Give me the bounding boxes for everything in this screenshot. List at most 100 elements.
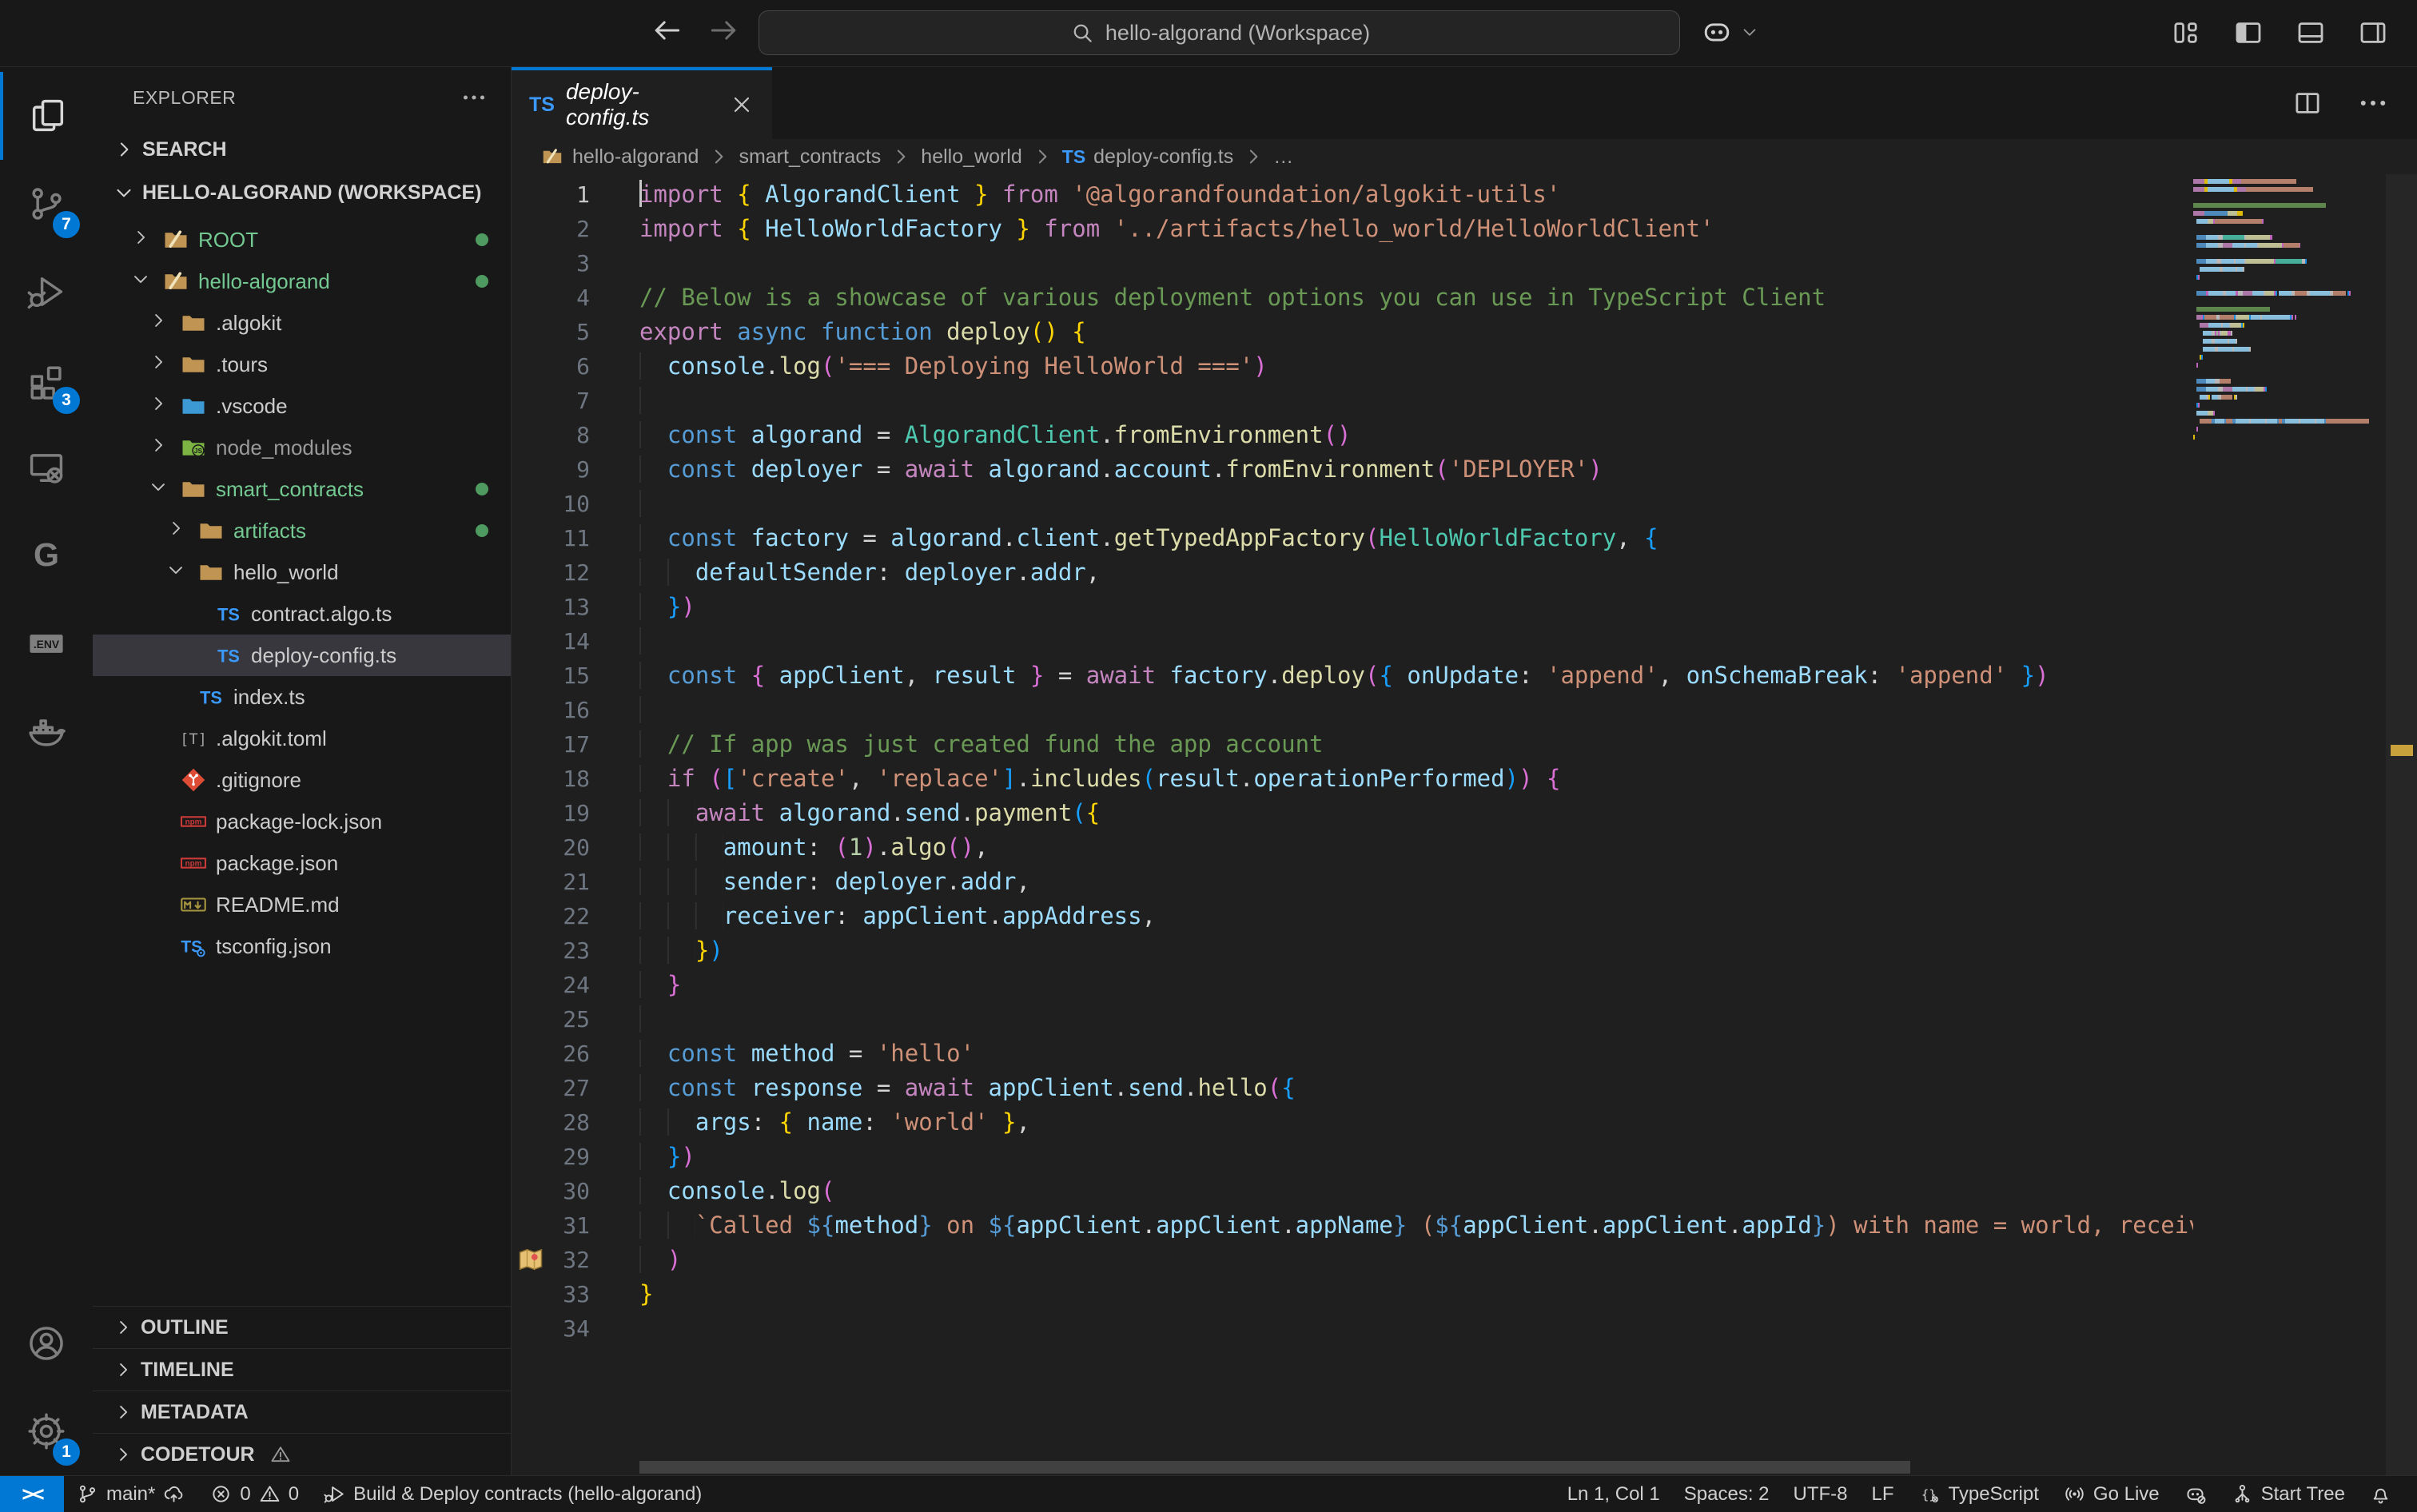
status-language-mode[interactable]: {}TypeScript bbox=[1906, 1476, 2051, 1512]
status-git-branch[interactable]: main* bbox=[64, 1476, 197, 1512]
activity-accounts[interactable] bbox=[0, 1299, 93, 1387]
tree-item-.algokit[interactable]: .algokit bbox=[93, 302, 511, 344]
tree-item-smart_contracts[interactable]: smart_contracts bbox=[93, 468, 511, 510]
tree-item-label: smart_contracts bbox=[216, 477, 364, 502]
tree-item-README.md[interactable]: README.md bbox=[93, 884, 511, 925]
close-icon[interactable] bbox=[729, 92, 755, 117]
tree-item-tsconfig.json[interactable]: TStsconfig.json bbox=[93, 925, 511, 967]
code-line-5: 5export async function deploy() { bbox=[512, 315, 2193, 349]
horizontal-scrollbar-thumb[interactable] bbox=[639, 1461, 1910, 1474]
breadcrumb-item[interactable]: hello_world bbox=[921, 145, 1021, 169]
line-number: 16 bbox=[512, 693, 639, 727]
status-eol[interactable]: LF bbox=[1860, 1476, 1906, 1512]
folder-icon bbox=[193, 516, 229, 545]
activity-source-control[interactable]: 7 bbox=[0, 160, 93, 248]
tree-item-artifacts[interactable]: artifacts bbox=[93, 510, 511, 551]
status-indentation[interactable]: Spaces: 2 bbox=[1672, 1476, 1782, 1512]
code-line-32: 32 ) bbox=[512, 1243, 2193, 1277]
activity-docker[interactable] bbox=[0, 687, 93, 775]
tab-deploy-config[interactable]: TS deploy-config.ts bbox=[512, 67, 772, 139]
code-line-text: import { AlgorandClient } from '@algoran… bbox=[639, 177, 2193, 212]
split-editor-icon[interactable] bbox=[2291, 86, 2324, 120]
activity-remote-explorer[interactable] bbox=[0, 424, 93, 511]
code-editor[interactable]: 1import { AlgorandClient } from '@algora… bbox=[512, 174, 2417, 1475]
minimap-line bbox=[2193, 297, 2385, 305]
tree-item-deploy-config.ts[interactable]: TSdeploy-config.ts bbox=[93, 635, 511, 676]
tree-item-hello_world[interactable]: hello_world bbox=[93, 551, 511, 593]
line-number: 1 bbox=[512, 177, 639, 212]
tree-item-ROOT[interactable]: ROOT bbox=[93, 219, 511, 261]
status-task[interactable]: Build & Deploy contracts (hello-algorand… bbox=[311, 1476, 714, 1512]
breadcrumb-item[interactable]: smart_contracts bbox=[739, 145, 881, 169]
command-center-search[interactable]: hello-algorand (Workspace) bbox=[759, 10, 1680, 55]
overview-ruler[interactable] bbox=[2386, 174, 2417, 1475]
status-problems[interactable]: 00 bbox=[197, 1476, 311, 1512]
code-line-11: 11 const factory = algorand.client.getTy… bbox=[512, 521, 2193, 555]
activity-run-and-debug[interactable] bbox=[0, 248, 93, 336]
code-line-text: const algorand = AlgorandClient.fromEnvi… bbox=[639, 418, 2193, 452]
codetour-marker-icon[interactable] bbox=[516, 1245, 545, 1274]
status-notifications[interactable] bbox=[2357, 1476, 2404, 1512]
layout-panel-icon[interactable] bbox=[2294, 16, 2327, 50]
copilot-icon bbox=[1699, 14, 1734, 50]
activity-settings[interactable]: 1 bbox=[0, 1387, 93, 1475]
section-search[interactable]: SEARCH bbox=[93, 128, 511, 171]
activity-extensions[interactable]: 3 bbox=[0, 336, 93, 424]
section-metadata[interactable]: METADATA bbox=[93, 1391, 511, 1433]
arrow-right-icon[interactable] bbox=[707, 13, 742, 48]
breadcrumb-overflow[interactable]: … bbox=[1273, 145, 1293, 169]
tree-item-index.ts[interactable]: TSindex.ts bbox=[93, 676, 511, 718]
line-number: 20 bbox=[512, 830, 639, 865]
tree-item-package.json[interactable]: npmpackage.json bbox=[93, 842, 511, 884]
activity-explorer[interactable] bbox=[0, 72, 93, 160]
breadcrumb-item[interactable]: hello-algorand bbox=[572, 145, 699, 169]
code-line-text: const factory = algorand.client.getTyped… bbox=[639, 521, 2193, 555]
md-file-icon bbox=[176, 890, 211, 919]
tree-item-node_modules[interactable]: JSnode_modules bbox=[93, 427, 511, 468]
arrow-left-icon[interactable] bbox=[649, 13, 684, 48]
line-number: 28 bbox=[512, 1105, 639, 1140]
section-codetour[interactable]: CODETOUR bbox=[93, 1433, 511, 1475]
breadcrumb-file[interactable]: deploy-config.ts bbox=[1093, 145, 1233, 169]
ellipsis-icon[interactable] bbox=[2356, 86, 2390, 120]
copilot-menu[interactable] bbox=[1699, 14, 1760, 50]
minimap[interactable] bbox=[2193, 177, 2385, 1475]
tree-item-.gitignore[interactable]: .gitignore bbox=[93, 759, 511, 801]
tree-item-.algokit.toml[interactable]: [T].algokit.toml bbox=[93, 718, 511, 759]
tree-item-contract.algo.ts[interactable]: TScontract.algo.ts bbox=[93, 593, 511, 635]
minimap-line bbox=[2193, 385, 2385, 393]
minimap-line bbox=[2193, 433, 2385, 441]
chevron-right-icon bbox=[889, 145, 913, 169]
minimap-line bbox=[2193, 201, 2385, 209]
tree-item-label: README.md bbox=[216, 893, 340, 917]
ellipsis-icon[interactable] bbox=[460, 83, 488, 112]
tree-item-label: .tours bbox=[216, 352, 268, 377]
activity-dotenv[interactable]: .ENV bbox=[0, 599, 93, 687]
tab-label: deploy-config.ts bbox=[566, 79, 718, 130]
customize-layout-icon[interactable] bbox=[2169, 16, 2203, 50]
minimap-line bbox=[2193, 377, 2385, 385]
section-label: METADATA bbox=[141, 1401, 249, 1424]
status-go-live[interactable]: Go Live bbox=[2051, 1476, 2172, 1512]
activity-gitlens[interactable]: G bbox=[0, 511, 93, 599]
workbench: 73G.ENV1 EXPLORER SEARCH HELLO-ALGORAND … bbox=[0, 67, 2417, 1475]
status-start-tree[interactable]: Start Tree bbox=[2219, 1476, 2357, 1512]
minimap-line bbox=[2193, 257, 2385, 265]
workspace-header[interactable]: HELLO-ALGORAND (WORKSPACE) bbox=[93, 171, 511, 214]
tree-item-.vscode[interactable]: .vscode bbox=[93, 385, 511, 427]
section-timeline[interactable]: TIMELINE bbox=[93, 1348, 511, 1391]
line-number: 26 bbox=[512, 1037, 639, 1071]
layout-sidebar-left-icon[interactable] bbox=[2232, 16, 2265, 50]
minimap-line bbox=[2193, 241, 2385, 249]
layout-sidebar-right-icon[interactable] bbox=[2356, 16, 2390, 50]
horizontal-scrollbar[interactable] bbox=[639, 1461, 2193, 1474]
status-encoding[interactable]: UTF-8 bbox=[1782, 1476, 1860, 1512]
section-outline[interactable]: OUTLINE bbox=[93, 1306, 511, 1348]
tree-item-package-lock.json[interactable]: npmpackage-lock.json bbox=[93, 801, 511, 842]
status-cursor-position[interactable]: Ln 1, Col 1 bbox=[1555, 1476, 1672, 1512]
remote-indicator[interactable]: >< bbox=[0, 1476, 64, 1512]
tree-item-hello-algorand[interactable]: hello-algorand bbox=[93, 261, 511, 302]
status-copilot-status[interactable] bbox=[2172, 1476, 2219, 1512]
chevron-down-icon bbox=[147, 475, 176, 503]
tree-item-.tours[interactable]: .tours bbox=[93, 344, 511, 385]
